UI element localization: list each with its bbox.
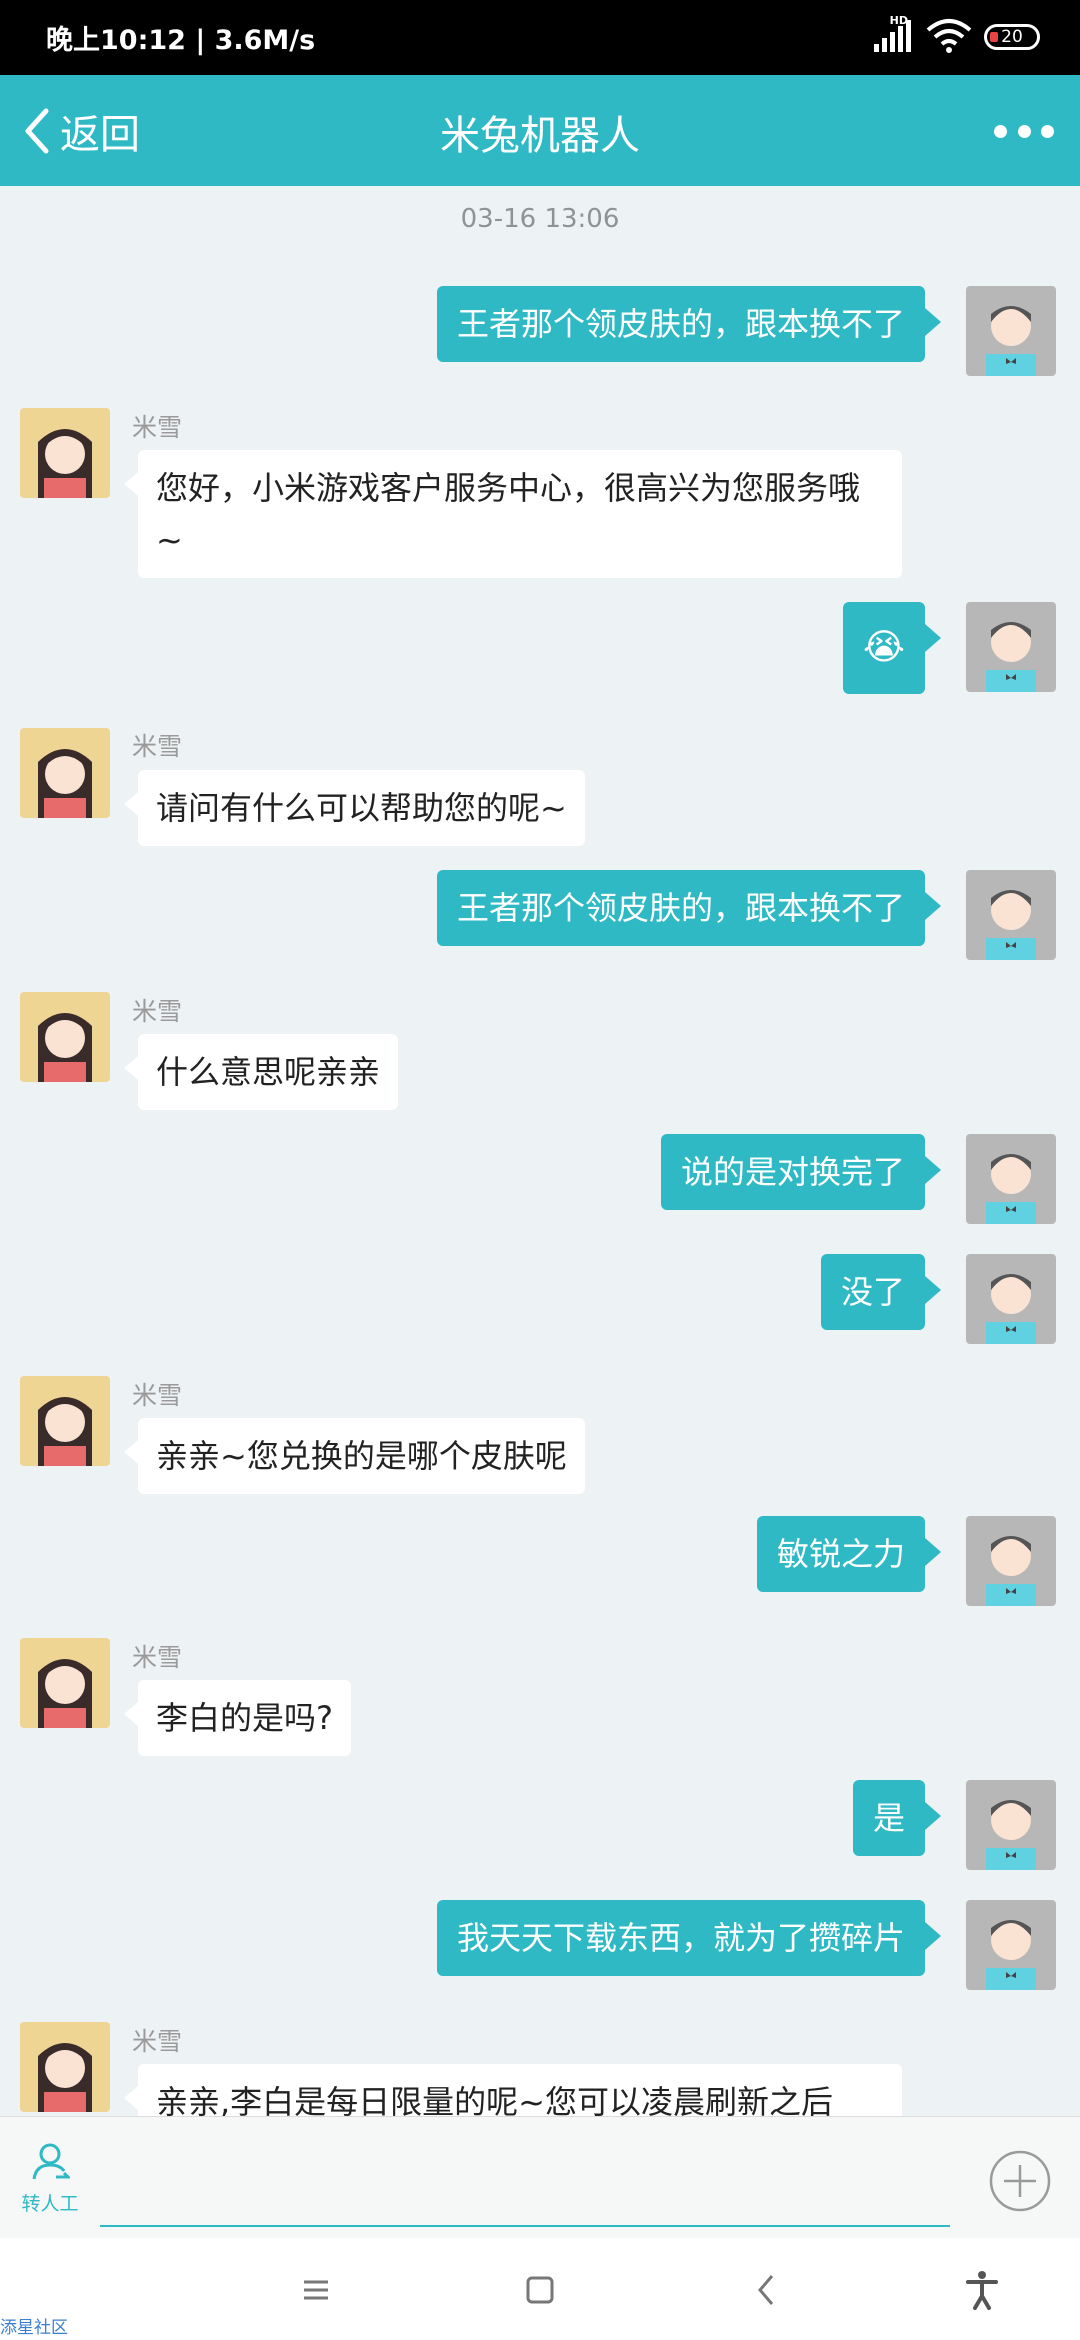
home-icon[interactable] [516, 2266, 564, 2314]
user-avatar[interactable] [966, 1900, 1056, 1990]
user-message-bubble[interactable]: 王者那个领皮肤的，跟本换不了 [436, 870, 942, 946]
transfer-label: 转人工 [21, 2193, 79, 2215]
bot-avatar[interactable] [20, 728, 110, 818]
user-avatar[interactable] [966, 870, 1056, 960]
bot-name: 米雪 [132, 732, 183, 761]
bot-name: 米雪 [132, 413, 183, 442]
more-options-button[interactable] [994, 113, 1054, 149]
user-message-bubble[interactable]: 我天天下载东西，就为了攒碎片 [436, 1900, 942, 1976]
message-input[interactable] [100, 2225, 950, 2227]
bot-message-bubble[interactable]: 李白的是吗? [124, 1680, 351, 1756]
bot-avatar[interactable] [20, 992, 110, 1082]
user-message-bubble[interactable]: 王者那个领皮肤的，跟本换不了 [436, 286, 942, 362]
bot-name: 米雪 [132, 997, 183, 1026]
input-bar: 转人工 [0, 2116, 1080, 2239]
bot-message-bubble[interactable]: 亲亲~您兑换的是哪个皮肤呢 [124, 1418, 585, 1494]
status-bar: 晚上10:12 | 3.6M/s HD 20 [0, 0, 1080, 75]
accessibility-icon[interactable] [958, 2266, 1006, 2314]
watermark-text: 添星社区 [0, 2318, 68, 2338]
chat-timestamp: 03-16 13:06 [460, 204, 620, 234]
more-dot-icon [1017, 124, 1031, 138]
bot-name: 米雪 [132, 2027, 183, 2056]
bot-message-bubble[interactable]: 什么意思呢亲亲 [123, 1034, 399, 1110]
user-message-bubble[interactable]: 😭 [842, 602, 942, 694]
user-message-bubble[interactable]: 没了 [820, 1254, 942, 1330]
status-time: 晚上10:12 | 3.6M/s [46, 25, 316, 56]
bot-name: 米雪 [132, 1643, 183, 1672]
title-bar: 返回 米兔机器人 [0, 75, 1080, 186]
transfer-to-human-button[interactable]: 转人工 [14, 2141, 86, 2217]
chat-area[interactable]: 03-16 13:06 王者那个领皮肤的，跟本换不了 米雪 您好，小米游戏客户服… [0, 186, 1080, 2116]
user-avatar[interactable] [966, 1254, 1056, 1344]
battery-icon: 20 [984, 24, 1040, 50]
bot-avatar[interactable] [20, 2022, 110, 2112]
bot-message-bubble[interactable]: 您好，小米游戏客户服务中心，很高兴为您服务哦~ [124, 450, 902, 578]
bot-avatar[interactable] [20, 408, 110, 498]
user-message-bubble[interactable]: 是 [852, 1780, 942, 1856]
bot-message-bubble[interactable]: 请问有什么可以帮助您的呢~ [124, 770, 585, 846]
user-avatar[interactable] [966, 286, 1056, 376]
user-avatar[interactable] [966, 1134, 1056, 1224]
more-dot-icon [994, 124, 1007, 138]
bot-message-bubble[interactable]: 亲亲,李白是每日限量的呢~您可以凌晨刷新之后 [124, 2064, 902, 2116]
user-avatar[interactable] [966, 1780, 1056, 1870]
system-nav-bar: 添星社区 [0, 2238, 1080, 2340]
more-dot-icon [1041, 124, 1054, 138]
page-title: 米兔机器人 [440, 113, 640, 159]
user-avatar[interactable] [966, 1516, 1056, 1606]
person-icon [32, 2143, 72, 2180]
signal-icon [874, 20, 911, 52]
user-avatar[interactable] [966, 602, 1056, 692]
bot-avatar[interactable] [20, 1376, 110, 1466]
bot-name: 米雪 [132, 1381, 183, 1410]
user-message-bubble[interactable]: 说的是对换完了 [660, 1134, 942, 1210]
user-message-bubble[interactable]: 敏锐之力 [756, 1516, 942, 1592]
bot-avatar[interactable] [20, 1638, 110, 1728]
plus-icon[interactable] [988, 2149, 1052, 2213]
back-nav-icon[interactable] [742, 2266, 790, 2314]
wifi-icon [926, 19, 972, 53]
menu-icon[interactable] [292, 2266, 340, 2314]
